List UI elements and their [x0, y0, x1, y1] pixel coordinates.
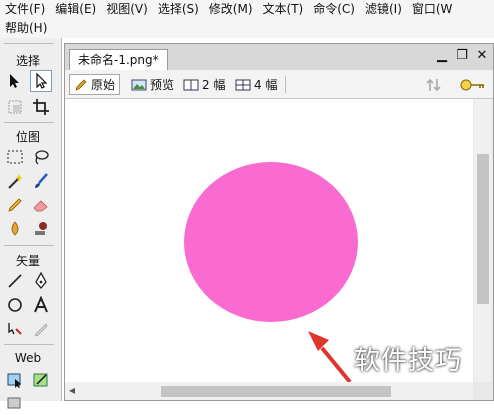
two-up-view-label: 2 幅 [202, 78, 226, 92]
pointer-icon [10, 74, 19, 88]
magic-wand-icon [8, 174, 23, 189]
pencil-tool[interactable] [4, 194, 26, 216]
pencil-icon [75, 79, 87, 91]
original-view-button[interactable]: 原始 [69, 74, 121, 95]
slice-icon [33, 373, 48, 387]
two-up-icon [183, 79, 199, 90]
menu-window[interactable]: 窗口(W [407, 0, 458, 19]
menu-row-2: 帮助(H) [0, 19, 52, 38]
crop-tool[interactable] [30, 96, 52, 118]
view-separator [285, 76, 286, 93]
menu-text[interactable]: 文本(T) [258, 0, 309, 19]
line-icon [8, 274, 22, 288]
lasso-tool[interactable] [30, 146, 52, 168]
scale-icon [8, 100, 22, 114]
blur-icon [11, 221, 19, 236]
menu-bar: 文件(F) 编辑(E) 视图(V) 选择(S) 修改(M) 文本(T) 命令(C… [0, 0, 494, 38]
marquee-tool[interactable] [4, 146, 26, 168]
scale-tool[interactable] [4, 96, 26, 118]
subselection-tool[interactable] [30, 70, 52, 92]
eraser-icon [33, 200, 48, 212]
menu-filters[interactable]: 滤镜(I) [360, 0, 407, 19]
line-tool[interactable] [4, 270, 26, 292]
menu-help[interactable]: 帮助(H) [0, 19, 52, 38]
vertical-scrollbar[interactable] [474, 99, 492, 382]
export-preview-button[interactable] [421, 74, 449, 95]
watermark-text: 软件技巧 [354, 346, 463, 376]
pencil-icon [8, 198, 22, 212]
close-icon[interactable]: ✕ [475, 48, 489, 64]
section-select-title: 选择 [15, 54, 40, 68]
pink-circle-shape[interactable] [184, 162, 358, 322]
rubber-stamp-tool[interactable] [30, 218, 52, 240]
menu-commands[interactable]: 命令(C) [308, 0, 360, 19]
two-up-view-button[interactable]: 2 幅 [179, 74, 229, 95]
hotspot-icon [7, 373, 21, 388]
crop-icon [33, 99, 49, 115]
vertical-scroll-thumb[interactable] [477, 154, 489, 304]
brush-icon [35, 173, 48, 188]
tools-divider [4, 344, 54, 345]
lasso-icon [35, 150, 49, 165]
horizontal-scrollbar[interactable]: ◂ [65, 382, 473, 400]
window-controls: ▁ ❐ ✕ [435, 48, 489, 64]
tools-divider [4, 245, 54, 246]
pen-tool[interactable] [30, 270, 52, 292]
menu-file[interactable]: 文件(F) [0, 0, 50, 19]
marquee-icon [7, 150, 23, 164]
tools-divider [4, 43, 54, 44]
hotspot-tool[interactable] [4, 369, 26, 391]
horizontal-scroll-thumb[interactable] [161, 386, 391, 397]
menu-select[interactable]: 选择(S) [153, 0, 204, 19]
red-arrow [308, 331, 352, 384]
preview-view-button[interactable]: 预览 [127, 74, 178, 95]
preview-view-label: 预览 [150, 78, 175, 92]
tools-panel: 选择 位图 矢量 Web [0, 38, 62, 409]
eraser-tool[interactable] [30, 194, 52, 216]
blur-tool[interactable] [4, 218, 26, 240]
ellipse-tool[interactable] [4, 294, 26, 316]
image-preview-icon [131, 79, 147, 90]
document-tab-strip: 未命名-1.png* ▁ ❐ ✕ [65, 44, 493, 70]
text-tool[interactable] [30, 294, 52, 316]
hide-slices-icon [7, 397, 21, 409]
scroll-left-icon[interactable]: ◂ [69, 383, 75, 397]
text-icon [34, 296, 48, 313]
knife-tool[interactable] [30, 318, 52, 340]
ellipse-icon [8, 298, 22, 312]
subselection-icon [36, 72, 48, 89]
minimize-icon[interactable]: ▁ [435, 48, 449, 64]
section-web-title: Web [14, 351, 42, 365]
menu-view[interactable]: 视图(V) [101, 0, 153, 19]
section-vector-title: 矢量 [15, 254, 40, 268]
restore-icon[interactable]: ❐ [455, 48, 469, 64]
menu-edit[interactable]: 编辑(E) [50, 0, 101, 19]
four-up-view-button[interactable]: 4 幅 [231, 74, 281, 95]
quick-export-button[interactable] [455, 74, 491, 95]
four-up-icon [235, 79, 251, 90]
view-mode-bar: 原始 预览 2 幅 4 幅 [65, 70, 493, 99]
original-view-label: 原始 [91, 78, 116, 92]
section-bitmap-title: 位图 [15, 130, 40, 144]
key-icon [460, 79, 484, 90]
hide-slices-tool[interactable] [4, 393, 26, 415]
knife-icon [34, 323, 48, 337]
magic-wand-tool[interactable] [4, 170, 26, 192]
rubber-stamp-icon [35, 222, 47, 235]
document-tab[interactable]: 未命名-1.png* [69, 49, 168, 70]
menu-modify[interactable]: 修改(M) [204, 0, 258, 19]
export-arrows-icon [426, 78, 441, 91]
freeform-tool[interactable] [4, 318, 26, 340]
pointer-tool[interactable] [4, 70, 26, 92]
tools-divider [4, 122, 54, 123]
brush-tool[interactable] [30, 170, 52, 192]
menu-row-1: 文件(F) 编辑(E) 视图(V) 选择(S) 修改(M) 文本(T) 命令(C… [0, 0, 457, 19]
freeform-icon [8, 323, 22, 335]
slice-tool[interactable] [30, 369, 52, 391]
pen-icon [35, 272, 47, 290]
four-up-view-label: 4 幅 [254, 78, 278, 92]
